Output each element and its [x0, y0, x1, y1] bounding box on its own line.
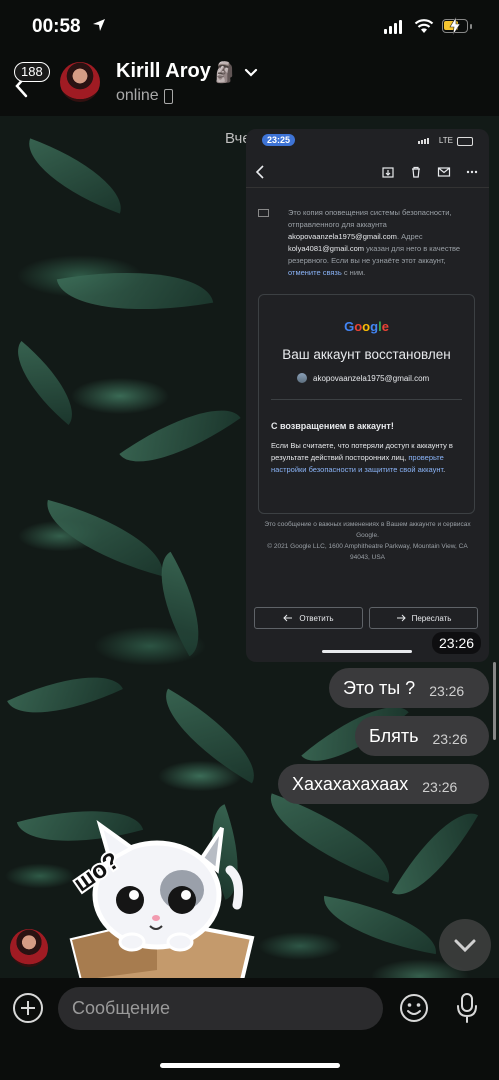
mail-notice-icon — [258, 209, 269, 217]
reply-button: Ответить — [254, 607, 363, 629]
more-icon — [466, 170, 478, 174]
cellular-signal-icon — [384, 20, 402, 34]
scroll-down-button[interactable] — [439, 919, 491, 971]
home-indicator — [160, 1063, 340, 1068]
account-avatar — [297, 373, 307, 383]
status-time: 00:58 — [32, 16, 81, 37]
cat-sticker[interactable]: шо? — [62, 820, 262, 980]
phone-device-icon — [164, 89, 173, 104]
security-copy-note: Это копия оповещения системы безопасност… — [288, 208, 461, 277]
email-footer: Это сообщение о важных изменениях в Ваше… — [264, 521, 471, 561]
message-text: Хахахахахаах — [292, 773, 409, 794]
wifi-icon — [414, 19, 434, 33]
trash-icon — [412, 166, 420, 178]
message-text: Блять — [369, 725, 419, 746]
chevron-down-icon[interactable] — [244, 68, 258, 78]
screenshot-image-message[interactable]: 23:25 LTE Это копия оповещения системы б… — [246, 129, 489, 662]
scrollbar[interactable] — [493, 662, 496, 740]
back-arrow-icon — [255, 165, 264, 179]
forward-icon — [396, 614, 406, 622]
unread-count-badge[interactable]: 188 — [14, 62, 50, 82]
forward-button: Переслать — [369, 607, 478, 629]
message-time: 23:26 — [432, 731, 468, 747]
card-email: akopovaanzela1975@gmail.com — [313, 373, 430, 383]
status-bar: 00:58 — [0, 0, 499, 50]
message-bubble[interactable]: Хахахахахаах 23:26 — [278, 764, 489, 804]
cellular-signal-icon — [418, 138, 429, 144]
moai-emoji: 🗿 — [212, 62, 237, 84]
mail-icon — [437, 167, 451, 177]
screenshot-status-bar: 23:25 LTE — [246, 129, 489, 153]
network-type: LTE — [438, 136, 453, 145]
contact-name[interactable]: Kirill Aroy — [116, 60, 211, 83]
card-email-row: akopovaanzela1975@gmail.com — [297, 373, 429, 383]
card-body: Если Вы считаете, что потеряли доступ к … — [271, 441, 453, 474]
emoji-button[interactable] — [399, 993, 429, 1023]
charging-bolt-icon — [449, 17, 461, 35]
google-logo: Google — [344, 319, 389, 334]
screenshot-time: 23:25 — [262, 134, 296, 146]
contact-avatar[interactable] — [60, 62, 100, 102]
message-time: 23:26 — [429, 683, 465, 699]
message-time: 23:26 — [422, 779, 458, 795]
location-arrow-icon — [93, 19, 105, 31]
google-alert-card: Google Ваш аккаунт восстановлен akopovaa… — [258, 294, 475, 514]
message-bubble[interactable]: Это ты ? 23:26 — [329, 668, 489, 708]
microphone-button[interactable] — [455, 992, 479, 1024]
chevron-down-icon — [454, 939, 476, 953]
message-input[interactable] — [58, 987, 383, 1030]
contact-status: online — [116, 87, 159, 104]
welcome-heading: С возвращением в аккаунт! — [271, 421, 394, 431]
message-bubble[interactable]: Блять 23:26 — [355, 716, 489, 756]
gmail-toolbar — [246, 157, 489, 188]
reply-icon — [283, 614, 293, 622]
sender-avatar[interactable] — [10, 929, 48, 967]
card-title: Ваш аккаунт восстановлен — [282, 347, 451, 362]
chat-header: 188 Kirill Aroy 🗿 online — [0, 50, 499, 116]
message-timestamp: 23:26 — [432, 632, 482, 654]
message-text: Это ты ? — [343, 677, 416, 698]
attach-plus-button[interactable] — [13, 993, 43, 1023]
battery-icon — [457, 137, 473, 146]
archive-icon — [382, 167, 394, 178]
